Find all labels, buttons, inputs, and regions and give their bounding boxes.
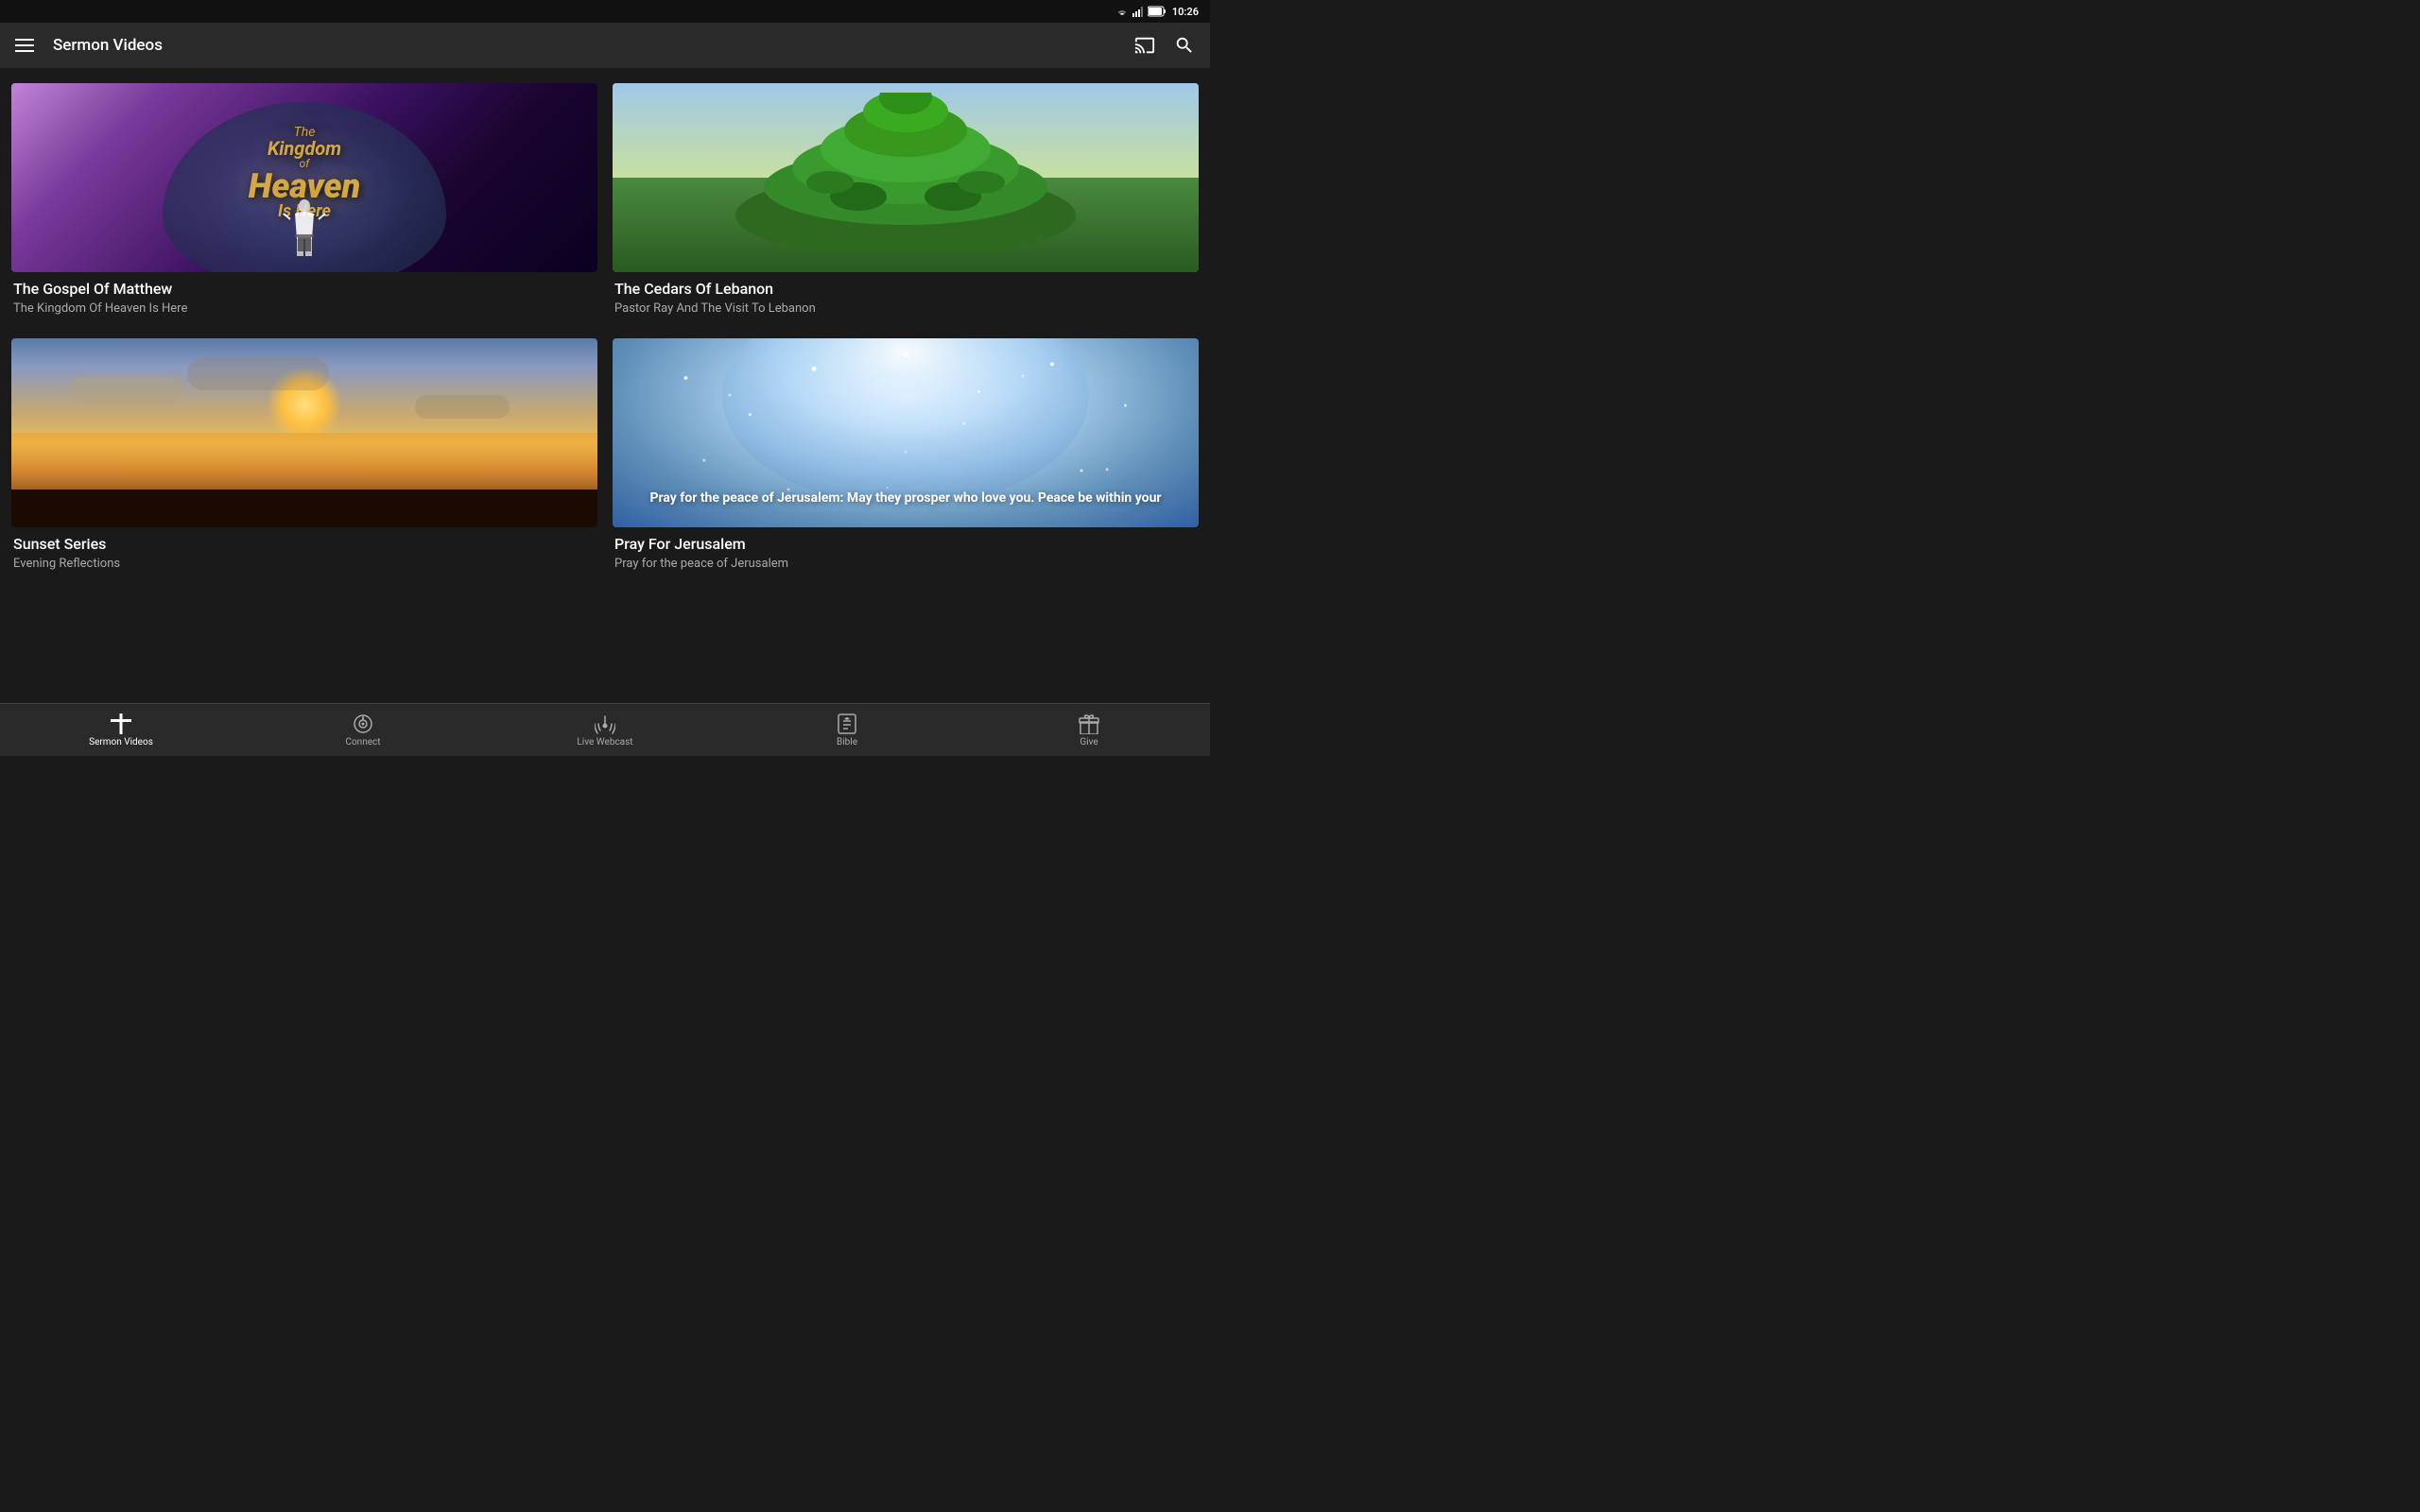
wifi-icon [1115,6,1129,17]
nav-label-sermon: Sermon Videos [89,737,153,747]
battery-icon [1148,6,1167,17]
thumbnail-cedar [613,83,1199,272]
app-bar: Sermon Videos [0,23,1210,68]
menu-button[interactable] [15,39,34,52]
cast-button[interactable] [1134,35,1155,56]
cross-icon [111,713,131,734]
video-card-jerusalem[interactable]: Pray for the peace of Jerusalem: May the… [613,338,1199,575]
city-buildings [11,490,597,527]
video-info-jerusalem: Pray For Jerusalem Pray for the peace of… [613,527,1199,575]
video-subtitle-jerusalem: Pray for the peace of Jerusalem [614,557,1197,571]
nav-label-connect: Connect [345,737,380,747]
cloud2 [415,395,510,419]
gospel-scene: The Kingdom of Heaven Is Here [11,83,597,272]
video-title-gospel: The Gospel Of Matthew [13,280,596,298]
preacher-silhouette [276,197,333,263]
video-card-gospel-matthew[interactable]: The Kingdom of Heaven Is Here [11,83,597,319]
app-bar-right [1134,35,1195,56]
thumbnail-sunset [11,338,597,527]
nav-sermon-videos[interactable]: Sermon Videos [0,713,242,747]
nav-bible[interactable]: Bible [726,713,968,747]
status-icons [1115,6,1167,17]
search-icon [1174,35,1195,56]
connect-icon [353,713,373,734]
cedar-scene [613,83,1199,272]
video-info-sunset: Sunset Series Evening Reflections [11,527,597,575]
nav-connect[interactable]: Connect [242,713,484,747]
cloud1 [70,376,183,404]
sunset-scene [11,338,597,527]
app-title: Sermon Videos [53,36,163,55]
nav-label-webcast: Live Webcast [577,737,632,747]
video-subtitle-gospel: The Kingdom Of Heaven Is Here [13,301,596,316]
thumbnail-gospel: The Kingdom of Heaven Is Here [11,83,597,272]
cast-icon [1134,35,1155,56]
video-title-jerusalem: Pray For Jerusalem [614,535,1197,553]
cedar-tree-svg [717,93,1095,253]
video-card-sunset[interactable]: Sunset Series Evening Reflections [11,338,597,575]
nav-give[interactable]: Give [968,713,1210,747]
app-bar-left: Sermon Videos [15,36,163,55]
video-title-sunset: Sunset Series [13,535,596,553]
cloud3 [187,357,329,390]
nav-label-bible: Bible [837,737,857,747]
video-title-cedar: The Cedars Of Lebanon [614,280,1197,298]
video-subtitle-sunset: Evening Reflections [13,557,596,571]
video-grid: The Kingdom of Heaven Is Here [0,68,1210,703]
video-info-gospel: The Gospel Of Matthew The Kingdom Of Hea… [11,272,597,319]
bible-icon [837,713,857,734]
nav-label-give: Give [1080,737,1098,747]
thumbnail-jerusalem: Pray for the peace of Jerusalem: May the… [613,338,1199,527]
pray-text: Pray for the peace of Jerusalem: May the… [642,490,1169,508]
status-bar: 10:26 [0,0,1210,23]
horizon-glow [11,433,597,490]
jerusalem-scene: Pray for the peace of Jerusalem: May the… [613,338,1199,527]
broadcast-icon [595,713,615,734]
search-button[interactable] [1174,35,1195,56]
video-card-cedars-lebanon[interactable]: The Cedars Of Lebanon Pastor Ray And The… [613,83,1199,319]
bottom-navigation: Sermon Videos Connect Live Webcast [0,703,1210,756]
video-info-cedar: The Cedars Of Lebanon Pastor Ray And The… [613,272,1199,319]
video-subtitle-cedar: Pastor Ray And The Visit To Lebanon [614,301,1197,316]
gift-icon [1079,713,1099,734]
signal-icon [1132,6,1144,17]
status-time: 10:26 [1172,6,1199,18]
nav-live-webcast[interactable]: Live Webcast [484,713,726,747]
